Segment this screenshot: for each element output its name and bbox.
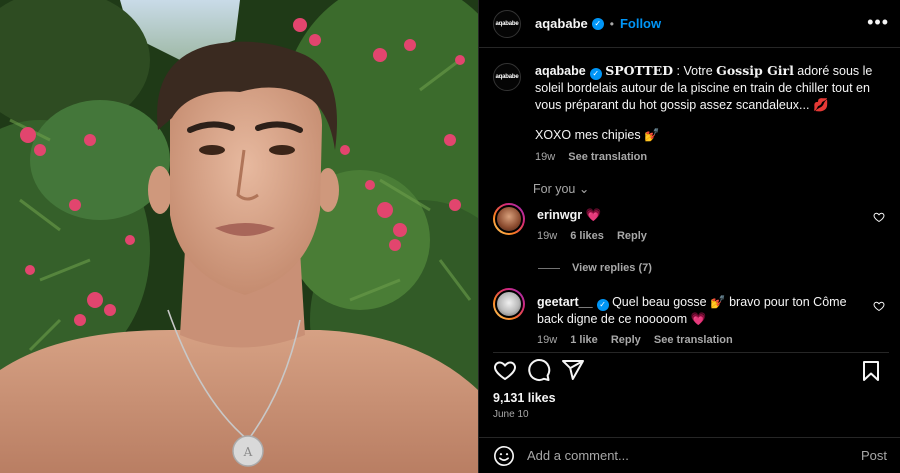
- caption-username[interactable]: aqababe: [535, 64, 586, 78]
- add-comment-bar: Post: [479, 437, 900, 473]
- heart-icon[interactable]: [493, 358, 517, 382]
- post-photo[interactable]: A: [0, 0, 478, 473]
- view-replies-line: [538, 267, 560, 269]
- comment-time[interactable]: 19w: [537, 334, 557, 346]
- commenter-avatar[interactable]: [493, 288, 525, 320]
- comment-time[interactable]: 19w: [537, 230, 557, 242]
- share-icon[interactable]: [561, 358, 585, 382]
- comment-like-heart-icon[interactable]: [873, 300, 885, 312]
- author-avatar-text: aqababe: [495, 20, 519, 27]
- caption-see-translation-button[interactable]: See translation: [568, 151, 647, 163]
- view-replies-label: View replies (7): [572, 262, 652, 274]
- caption-body: aqababe ✓ SPOTTED : Votre Gossip Girl ado…: [535, 63, 875, 165]
- commenter-avatar-image: [495, 290, 523, 318]
- comment-item: erinwgr 💗 19w 6 likes Reply: [493, 203, 893, 244]
- comment-see-translation-button[interactable]: See translation: [654, 334, 733, 346]
- comment-likes[interactable]: 6 likes: [570, 230, 604, 242]
- caption-part1: : Votre: [673, 64, 717, 78]
- comment-username[interactable]: erinwgr: [537, 208, 582, 222]
- caption-xoxo: XOXO mes chipies 💅: [535, 128, 660, 142]
- comment-meta: 19w 1 like Reply See translation: [537, 332, 867, 348]
- view-replies-button[interactable]: View replies (7): [538, 262, 652, 274]
- comment-reply-button[interactable]: Reply: [617, 230, 647, 242]
- post-caption: aqababe aqababe ✓ SPOTTED : Votre Gossip …: [493, 63, 893, 165]
- svg-text:A: A: [243, 445, 253, 459]
- comment-verified-badge-icon: ✓: [596, 299, 609, 311]
- comment-body: erinwgr 💗 19w 6 likes Reply: [537, 203, 867, 244]
- comment-username[interactable]: geetart__: [537, 295, 593, 309]
- verified-badge-icon: ✓: [591, 17, 604, 30]
- caption-time[interactable]: 19w: [535, 151, 555, 163]
- caption-avatar-text: aqababe: [495, 74, 519, 80]
- comment-meta: 19w 6 likes Reply: [537, 228, 867, 244]
- comment-icon[interactable]: [527, 358, 551, 382]
- bookmark-icon[interactable]: [859, 359, 883, 383]
- for-you-filter[interactable]: For you ⌄: [533, 181, 589, 196]
- post-actions-bar: [493, 352, 889, 383]
- comment-item: geetart__ ✓ Quel beau gosse 💅 bravo pour …: [493, 288, 893, 348]
- comment-input[interactable]: [527, 448, 827, 463]
- comment-body: geetart__ ✓ Quel beau gosse 💅 bravo pour …: [537, 288, 867, 348]
- commenter-avatar-image: [495, 205, 523, 233]
- caption-meta: 19w See translation: [535, 149, 875, 166]
- comment-likes[interactable]: 1 like: [570, 334, 598, 346]
- post-header: aqababe aqababe ✓ • Follow •••: [479, 0, 900, 48]
- author-username[interactable]: aqababe: [535, 16, 588, 31]
- comment-text-line: geetart__ ✓ Quel beau gosse 💅 bravo pour …: [537, 294, 867, 327]
- more-options-icon[interactable]: •••: [867, 13, 889, 31]
- follow-button[interactable]: Follow: [620, 16, 661, 31]
- instagram-post-view: A aqababe aqababe ✓ • Follow ••• aqababe…: [0, 0, 900, 473]
- caption-gossip: Gossip Girl: [716, 63, 794, 78]
- comment-like-heart-icon[interactable]: [873, 211, 885, 223]
- post-side-panel: aqababe aqababe ✓ • Follow ••• aqababe a…: [478, 0, 900, 473]
- caption-spotted: SPOTTED: [605, 63, 674, 78]
- comment-text: 💗: [585, 208, 602, 222]
- comment-text-line: erinwgr 💗: [537, 207, 867, 223]
- commenter-avatar[interactable]: [493, 203, 525, 235]
- likes-count[interactable]: 9,131 likes: [493, 391, 556, 405]
- separator-dot: •: [609, 16, 614, 31]
- caption-text: aqababe ✓ SPOTTED : Votre Gossip Girl ado…: [535, 63, 875, 113]
- post-date[interactable]: June 10: [493, 409, 529, 420]
- emoji-icon[interactable]: [493, 445, 515, 467]
- post-comment-button[interactable]: Post: [861, 448, 887, 463]
- author-avatar[interactable]: aqababe: [493, 9, 521, 38]
- caption-verified-badge-icon: ✓: [589, 68, 602, 80]
- caption-author-avatar[interactable]: aqababe: [493, 63, 521, 91]
- comment-reply-button[interactable]: Reply: [611, 334, 641, 346]
- selfie-image: A: [0, 0, 478, 473]
